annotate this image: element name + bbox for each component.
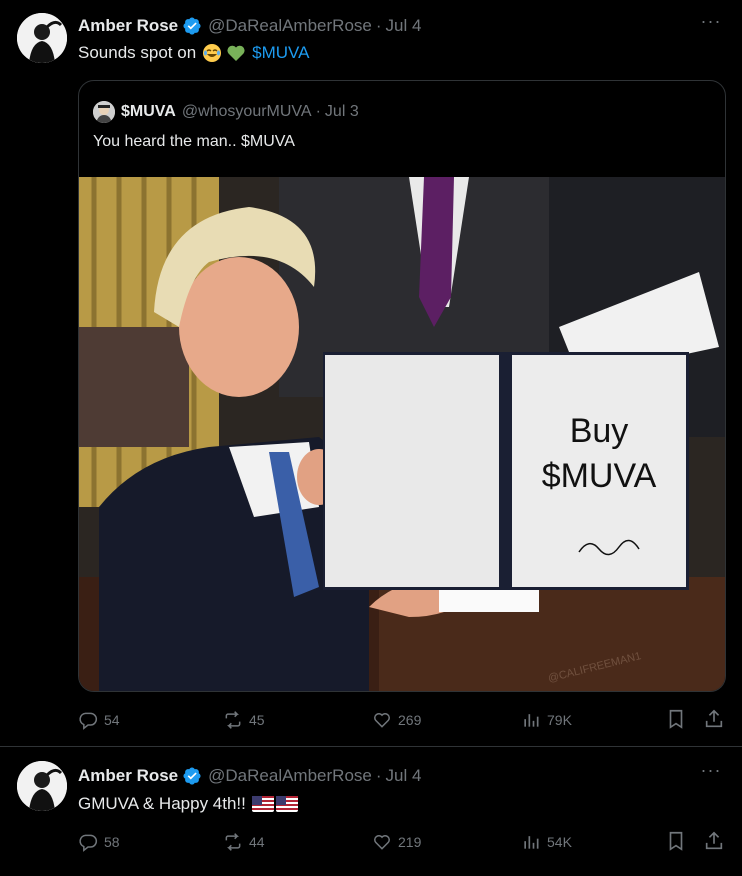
like-button[interactable]: 219 — [372, 830, 421, 854]
views-icon — [524, 836, 539, 849]
quoted-tweet[interactable]: $MUVA @whosyourMUVA · Jul 3 You heard th… — [78, 80, 726, 692]
tweet-header: Amber Rose @DaRealAmberRose · Jul 4 — [78, 764, 421, 788]
tweet-header: Amber Rose @DaRealAmberRose · Jul 4 — [78, 14, 421, 38]
tweet-text: GMUVA & Happy 4th!! — [78, 791, 298, 817]
more-options-icon[interactable]: ··· — [700, 12, 722, 36]
views-icon — [524, 714, 539, 727]
repost-count: 45 — [249, 712, 265, 728]
quoted-tweet-date[interactable]: Jul 3 — [325, 103, 359, 121]
repost-button[interactable]: 44 — [223, 830, 265, 854]
bookmark-icon[interactable] — [665, 830, 687, 852]
like-count: 219 — [398, 834, 422, 850]
reply-icon — [79, 712, 98, 730]
tweet-text: Sounds spot on $MUVA — [78, 40, 309, 66]
like-count: 269 — [398, 712, 422, 728]
tweet-media-image[interactable]: Buy $MUVA @CALIFREEMAN1 — [79, 177, 725, 691]
tweet-date[interactable]: Jul 4 — [386, 16, 422, 36]
quoted-avatar[interactable] — [93, 101, 115, 123]
tweet[interactable]: Amber Rose @DaRealAmberRose · Jul 4 ··· … — [0, 0, 742, 747]
tweet-date[interactable]: Jul 4 — [386, 766, 422, 786]
tweet[interactable]: Amber Rose @DaRealAmberRose · Jul 4 ··· … — [0, 747, 742, 876]
separator-dot: · — [375, 16, 382, 35]
us-flag-emoji-icon — [275, 796, 298, 812]
author-name[interactable]: Amber Rose — [78, 16, 178, 36]
heart-icon — [374, 712, 390, 728]
share-icon[interactable] — [703, 830, 725, 852]
tweet-text-body: GMUVA & Happy 4th!! — [78, 794, 246, 813]
separator-dot: · — [375, 766, 382, 785]
author-name[interactable]: Amber Rose — [78, 766, 178, 786]
us-flag-emoji-icon — [251, 796, 274, 812]
more-options-icon[interactable]: ··· — [700, 761, 722, 785]
reply-button[interactable]: 54 — [78, 708, 120, 732]
separator-dot: · — [315, 103, 321, 120]
author-handle[interactable]: @DaRealAmberRose — [208, 766, 372, 786]
reply-count: 54 — [104, 712, 120, 728]
view-count: 79K — [547, 712, 572, 728]
view-count: 54K — [547, 834, 572, 850]
quoted-tweet-text: You heard the man.. $MUVA — [93, 133, 295, 150]
repost-icon — [225, 833, 241, 851]
joy-emoji-icon — [203, 44, 222, 62]
reply-button[interactable]: 58 — [78, 830, 120, 854]
views-button[interactable]: 79K — [521, 708, 572, 732]
avatar[interactable] — [17, 13, 67, 63]
avatar[interactable] — [17, 761, 67, 811]
repost-icon — [225, 711, 241, 729]
reply-icon — [79, 834, 98, 852]
tweet-actions: 58 44 219 54K — [78, 830, 728, 854]
like-button[interactable]: 269 — [372, 708, 421, 732]
verified-badge-icon — [183, 767, 201, 785]
repost-count: 44 — [249, 834, 265, 850]
image-sign-text-1: Buy — [570, 412, 629, 450]
tweet-text-body: Sounds spot on — [78, 43, 197, 62]
share-icon[interactable] — [703, 708, 725, 730]
heart-icon — [374, 834, 390, 850]
quoted-author-name[interactable]: $MUVA — [121, 103, 176, 121]
reply-count: 58 — [104, 834, 120, 850]
cashtag-link[interactable]: $MUVA — [252, 43, 309, 63]
green-heart-emoji-icon — [227, 45, 245, 61]
bookmark-icon[interactable] — [665, 708, 687, 730]
image-sign-text-2: $MUVA — [542, 457, 657, 495]
tweet-actions: 54 45 269 79K — [78, 708, 728, 732]
views-button[interactable]: 54K — [521, 830, 572, 854]
verified-badge-icon — [183, 17, 201, 35]
author-handle[interactable]: @DaRealAmberRose — [208, 16, 372, 36]
quoted-tweet-header: $MUVA @whosyourMUVA · Jul 3 — [93, 101, 359, 123]
quoted-author-handle[interactable]: @whosyourMUVA — [182, 103, 312, 121]
repost-button[interactable]: 45 — [223, 708, 265, 732]
